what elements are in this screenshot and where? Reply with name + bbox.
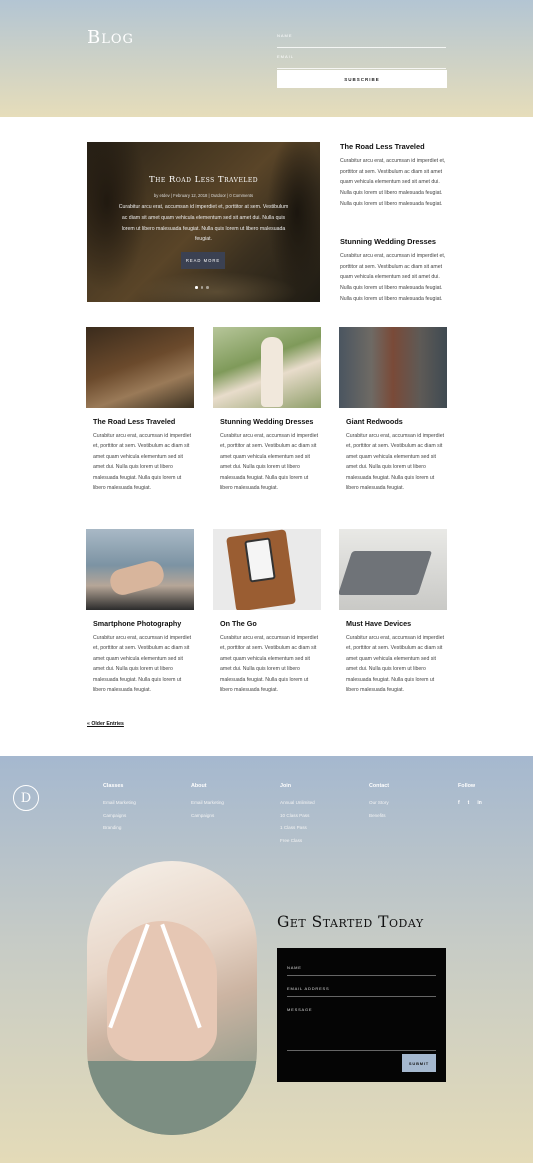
footer-link[interactable]: Free Class (280, 835, 315, 848)
footer-link[interactable]: Our Story (369, 797, 389, 810)
post-excerpt: Curabitur arcu erat, accumsan id imperdi… (220, 433, 319, 492)
side-post: The Road Less Traveled Curabitur arcu er… (340, 142, 450, 210)
featured-title[interactable]: The Road Less Traveled (87, 175, 320, 185)
side-post-title[interactable]: The Road Less Traveled (340, 142, 450, 151)
post-excerpt: Curabitur arcu erat, accumsan id imperdi… (220, 635, 319, 694)
image-pants (87, 1061, 257, 1135)
post-title[interactable]: Giant Redwoods (346, 417, 447, 426)
footer-column-follow: Follow (458, 783, 475, 797)
side-post-title[interactable]: Stunning Wedding Dresses (340, 237, 450, 246)
post-card: The Road Less Traveled Curabitur arcu er… (86, 327, 194, 493)
cta-title: Get Started Today (277, 913, 424, 931)
name-field-label: NAME (277, 33, 293, 38)
contact-name-field[interactable]: NAME (287, 956, 436, 976)
facebook-icon[interactable]: f (458, 800, 460, 806)
slider-dot[interactable] (200, 286, 203, 289)
footer (0, 756, 533, 1163)
footer-link[interactable]: Email Marketing (191, 797, 224, 810)
footer-heading: About (191, 783, 207, 789)
post-card: On The Go Curabitur arcu erat, accumsan … (213, 529, 321, 695)
footer-heading: Contact (369, 783, 390, 789)
footer-link[interactable]: Campaigns (103, 810, 136, 823)
footer-column-about: About Email Marketing Campaigns (191, 783, 224, 822)
field-label: EMAIL ADDRESS (287, 986, 330, 991)
email-field-label: EMAIL (277, 54, 295, 59)
subscribe-email-field[interactable]: EMAIL (277, 51, 446, 69)
slider-dot[interactable] (195, 286, 198, 289)
side-post: Stunning Wedding Dresses Curabitur arcu … (340, 237, 450, 305)
footer-link[interactable]: Email Marketing (103, 797, 136, 810)
post-card: Smartphone Photography Curabitur arcu er… (86, 529, 194, 695)
featured-slider: The Road Less Traveled by etdev | Februa… (87, 142, 320, 302)
contact-message-field[interactable]: MESSAGE (287, 998, 436, 1051)
footer-link[interactable]: 1 Class Pass (280, 822, 315, 835)
footer-link[interactable]: Campaigns (191, 810, 224, 823)
featured-excerpt: Curabitur arcu erat, accumsan id imperdi… (118, 204, 289, 243)
fitness-image (87, 861, 257, 1135)
side-post-excerpt: Curabitur arcu erat, accumsan id imperdi… (340, 253, 446, 302)
post-excerpt: Curabitur arcu erat, accumsan id imperdi… (346, 635, 445, 694)
divi-logo-icon[interactable]: D (13, 785, 39, 811)
header-banner (0, 0, 533, 117)
side-post-excerpt: Curabitur arcu erat, accumsan id imperdi… (340, 158, 446, 207)
post-thumbnail[interactable] (213, 327, 321, 408)
post-title[interactable]: On The Go (220, 619, 321, 628)
footer-link[interactable]: 10 Class Pass (280, 810, 315, 823)
post-card: Stunning Wedding Dresses Curabitur arcu … (213, 327, 321, 493)
post-thumbnail[interactable] (86, 327, 194, 408)
post-title[interactable]: Must Have Devices (346, 619, 447, 628)
field-label: MESSAGE (287, 1007, 313, 1012)
page-title: Blog (87, 27, 134, 48)
post-thumbnail[interactable] (86, 529, 194, 610)
slider-dots (195, 286, 209, 289)
twitter-icon[interactable]: t (468, 800, 470, 806)
post-title[interactable]: The Road Less Traveled (93, 417, 194, 426)
submit-button[interactable]: SUBMIT (402, 1054, 436, 1072)
post-thumbnail[interactable] (339, 327, 447, 408)
read-more-button[interactable]: READ MORE (181, 252, 225, 269)
contact-email-field[interactable]: EMAIL ADDRESS (287, 977, 436, 997)
post-thumbnail[interactable] (339, 529, 447, 610)
linkedin-icon[interactable]: in (477, 800, 481, 806)
post-excerpt: Curabitur arcu erat, accumsan id imperdi… (93, 635, 192, 694)
featured-meta: by etdev | February 12, 2018 | Outdoor |… (153, 193, 254, 198)
footer-heading: Classes (103, 783, 124, 789)
footer-link[interactable]: Benefits (369, 810, 389, 823)
subscribe-name-field[interactable]: NAME (277, 30, 446, 48)
footer-heading: Follow (458, 783, 476, 789)
social-icons: f t in (458, 800, 482, 806)
footer-link[interactable]: Branding (103, 822, 136, 835)
post-excerpt: Curabitur arcu erat, accumsan id imperdi… (346, 433, 445, 492)
footer-column-classes: Classes Email Marketing Campaigns Brandi… (103, 783, 136, 835)
contact-form: NAME EMAIL ADDRESS MESSAGE SUBMIT (277, 948, 446, 1082)
footer-link[interactable]: Annual Unlimited (280, 797, 315, 810)
post-title[interactable]: Smartphone Photography (93, 619, 194, 628)
subscribe-button[interactable]: SUBSCRIBE (277, 70, 447, 88)
footer-column-join: Join Annual Unlimited 10 Class Pass 1 Cl… (280, 783, 315, 848)
post-thumbnail[interactable] (213, 529, 321, 610)
post-card: Must Have Devices Curabitur arcu erat, a… (339, 529, 447, 695)
field-label: NAME (287, 965, 302, 970)
footer-heading: Join (280, 783, 292, 789)
older-entries-link[interactable]: « Older Entries (87, 721, 124, 727)
post-card: Giant Redwoods Curabitur arcu erat, accu… (339, 327, 447, 493)
slider-dot[interactable] (206, 286, 209, 289)
post-excerpt: Curabitur arcu erat, accumsan id imperdi… (93, 433, 192, 492)
footer-column-contact: Contact Our Story Benefits (369, 783, 389, 822)
post-title[interactable]: Stunning Wedding Dresses (220, 417, 321, 426)
